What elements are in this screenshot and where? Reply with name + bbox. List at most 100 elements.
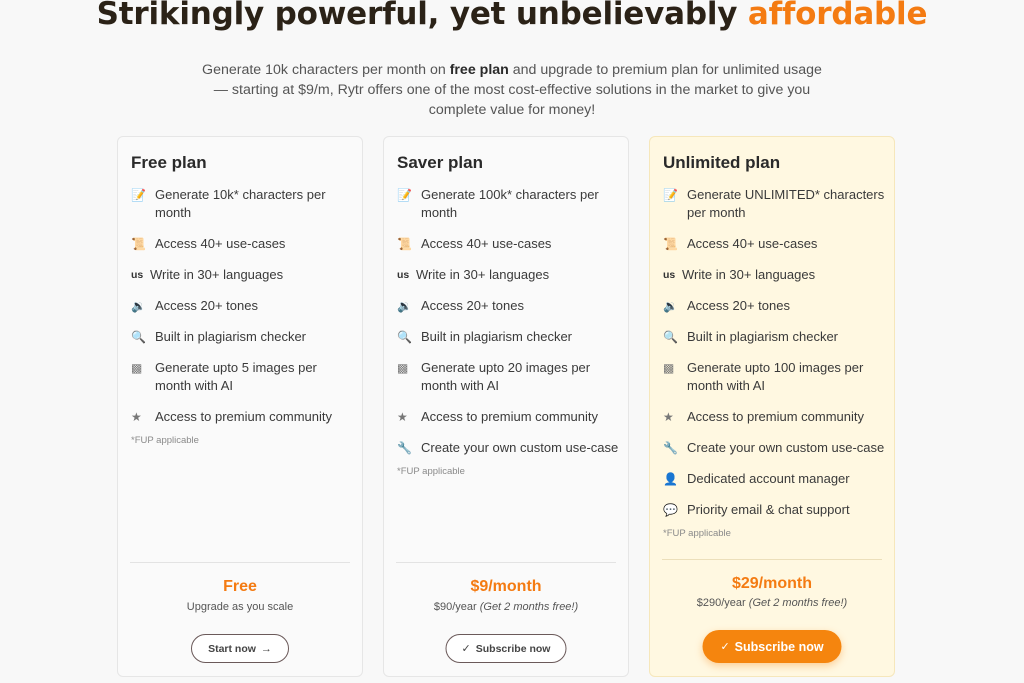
feature-item: 🔍 Built in plagiarism checker: [663, 328, 885, 346]
scroll-icon: 📜: [663, 237, 678, 251]
page-title: Strikingly powerful, yet unbelievably af…: [0, 0, 1024, 32]
feature-item: ★ Access to premium community: [131, 408, 353, 426]
feature-text: Write in 30+ languages: [682, 267, 816, 282]
feature-item: ★ Access to premium community: [663, 408, 885, 426]
divider: [130, 562, 350, 563]
feature-item: 🔉 Access 20+ tones: [663, 297, 885, 315]
feature-item: 🔉 Access 20+ tones: [131, 297, 353, 315]
feature-text: Access to premium community: [421, 409, 598, 424]
feature-text: Dedicated account manager: [687, 471, 850, 486]
feature-text: Access 40+ use-cases: [687, 236, 818, 251]
feature-text: Built in plagiarism checker: [421, 329, 573, 344]
plan-name: Unlimited plan: [663, 153, 781, 172]
plan-name: Free plan: [131, 153, 207, 172]
feature-item: 💬 Priority email & chat support: [663, 501, 885, 519]
feature-list: 📝 Generate UNLIMITED* characters per mont…: [663, 186, 885, 539]
wrench-icon: 🔧: [397, 441, 412, 455]
divider: [662, 559, 882, 560]
feature-text: Generate upto 5 images per month with AI: [155, 360, 317, 393]
feature-item: ▩ Generate upto 20 images per month with …: [397, 359, 619, 395]
feature-item: us Write in 30+ languages: [663, 266, 885, 284]
plan-card-free: Free plan 📝 Generate 10k* characters per …: [117, 136, 363, 677]
feature-text: Generate 10k* characters per month: [155, 187, 326, 220]
speaker-icon: 🔉: [663, 299, 678, 313]
plan-name: Saver plan: [397, 153, 483, 172]
magnifier-icon: 🔍: [131, 330, 146, 344]
scroll-icon: 📜: [131, 237, 146, 251]
arrow-right-icon: →: [260, 642, 272, 655]
checkmark-icon: ✓: [720, 641, 730, 653]
plan-price: $29/month: [731, 575, 812, 592]
feature-text: Access 20+ tones: [421, 298, 524, 313]
feature-text: Generate upto 100 images per month with …: [687, 360, 864, 393]
person-icon: 👤: [663, 472, 678, 486]
feature-text: Create your own custom use-case: [687, 440, 885, 455]
subscribe-saver-button[interactable]: ✓ Subscribe now: [445, 634, 567, 663]
feature-item: us Write in 30+ languages: [397, 266, 619, 284]
checkmark-icon: ✓: [461, 643, 471, 655]
memo-icon: 📝: [663, 188, 678, 202]
magnifier-icon: 🔍: [663, 330, 678, 344]
plan-card-unlimited: Unlimited plan 📝 Generate UNLIMITED* char…: [649, 136, 895, 677]
memo-icon: 📝: [131, 188, 146, 202]
image-icon: ▩: [397, 361, 409, 375]
plan-price-note: Upgrade as you scale: [186, 601, 294, 613]
feature-text: Priority email & chat support: [687, 502, 850, 517]
feature-text: Generate upto 20 images per month with A…: [421, 360, 591, 393]
feature-item: 🔧 Create your own custom use-case: [663, 439, 885, 457]
us-icon: us: [663, 269, 676, 281]
subscribe-unlimited-button[interactable]: ✓ Subscribe now: [702, 630, 842, 663]
feature-item: 🔍 Built in plagiarism checker: [397, 328, 619, 346]
divider: [396, 562, 616, 563]
feature-item: us Write in 30+ languages: [131, 266, 353, 284]
speaker-icon: 🔉: [397, 299, 412, 313]
feature-list: 📝 Generate 10k* characters per month 📜 Acce…: [131, 186, 353, 446]
plan-price-note: $90/year (Get 2 months free!): [433, 601, 579, 613]
feature-item: 🔍 Built in plagiarism checker: [131, 328, 353, 346]
memo-icon: 📝: [397, 188, 412, 202]
feature-text: Generate UNLIMITED* characters per month: [687, 187, 885, 220]
fup-note: *FUP applicable: [131, 435, 199, 446]
plan-card-saver: Saver plan 📝 Generate 100k* characters pe…: [383, 136, 629, 677]
feature-text: Access to premium community: [155, 409, 332, 424]
wrench-icon: 🔧: [663, 441, 678, 455]
feature-text: Access 40+ use-cases: [421, 236, 552, 251]
magnifier-icon: 🔍: [397, 330, 412, 344]
feature-item: 📜 Access 40+ use-cases: [663, 235, 885, 253]
feature-item: 📝 Generate 10k* characters per month: [131, 186, 353, 222]
star-icon: ★: [397, 410, 408, 424]
speech-bubble-icon: 💬: [663, 503, 678, 517]
feature-item: 📝 Generate 100k* characters per month: [397, 186, 619, 222]
feature-text: Access 20+ tones: [687, 298, 790, 313]
feature-item: 🔧 Create your own custom use-case: [397, 439, 619, 457]
image-icon: ▩: [131, 361, 143, 375]
feature-text: Access 20+ tones: [155, 298, 258, 313]
feature-item: 🔉 Access 20+ tones: [397, 297, 619, 315]
plan-price: Free: [223, 578, 257, 595]
feature-text: Built in plagiarism checker: [687, 329, 839, 344]
feature-text: Access to premium community: [687, 409, 864, 424]
star-icon: ★: [131, 410, 142, 424]
feature-item: 📜 Access 40+ use-cases: [397, 235, 619, 253]
feature-text: Access 40+ use-cases: [155, 236, 286, 251]
title-accent: affordable: [747, 0, 928, 32]
feature-text: Write in 30+ languages: [150, 267, 284, 282]
fup-note: *FUP applicable: [397, 466, 465, 477]
speaker-icon: 🔉: [131, 299, 146, 313]
us-icon: us: [131, 269, 144, 281]
feature-item: ▩ Generate upto 5 images per month with A…: [131, 359, 353, 395]
feature-item: 📜 Access 40+ use-cases: [131, 235, 353, 253]
feature-text: Generate 100k* characters per month: [421, 187, 599, 220]
feature-item: ▩ Generate upto 100 images per month with…: [663, 359, 885, 395]
plan-price: $9/month: [470, 578, 542, 595]
feature-text: Write in 30+ languages: [416, 267, 550, 282]
feature-item: 👤 Dedicated account manager: [663, 470, 885, 488]
scroll-icon: 📜: [397, 237, 412, 251]
fup-note: *FUP applicable: [663, 528, 731, 539]
feature-item: ★ Access to premium community: [397, 408, 619, 426]
feature-item: 📝 Generate UNLIMITED* characters per mont…: [663, 186, 885, 222]
us-icon: us: [397, 269, 410, 281]
start-now-button[interactable]: Start now →: [191, 634, 289, 663]
feature-text: Create your own custom use-case: [421, 440, 619, 455]
feature-list: 📝 Generate 100k* characters per month 📜 Acc…: [397, 186, 619, 477]
